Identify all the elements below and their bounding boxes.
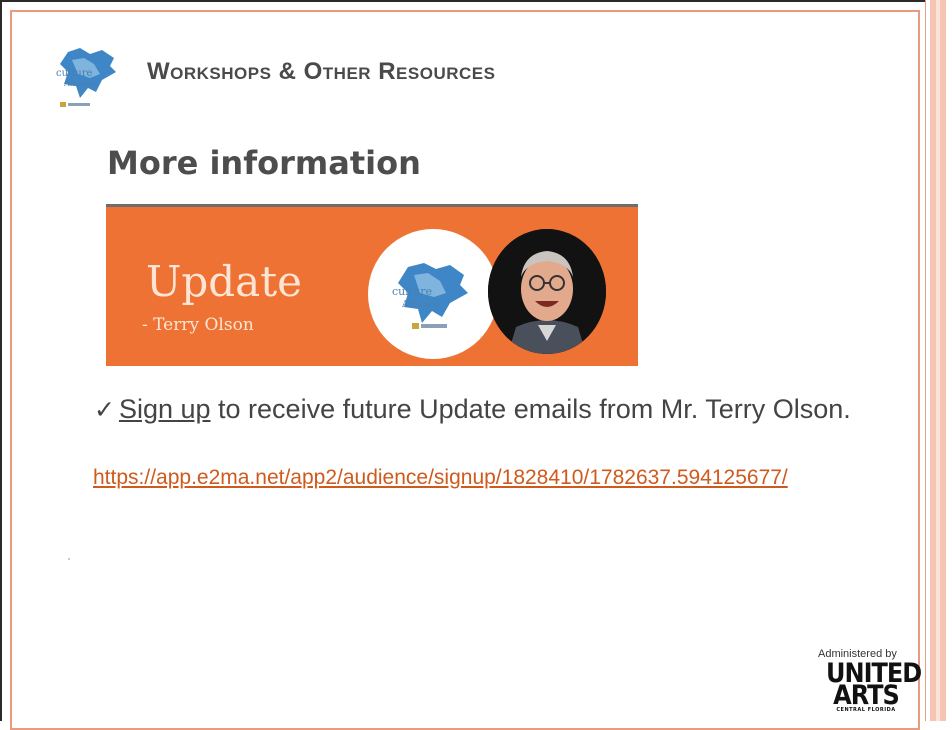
signup-url-link[interactable]: https://app.e2ma.net/app2/audience/signu… — [93, 464, 893, 492]
bullet-list: ✓ Sign up to receive future Update emails… — [94, 393, 914, 427]
bullet-text: to receive future Update emails from Mr.… — [210, 394, 851, 424]
svg-text:culture: culture — [56, 68, 92, 79]
banner-subtitle: - Terry Olson — [142, 315, 254, 335]
checkmark-icon: ✓ — [94, 396, 115, 424]
svg-text:culture: culture — [392, 285, 432, 298]
slide-border — [10, 10, 920, 730]
svg-text:Alliance: Alliance — [401, 300, 439, 310]
united-arts-logo: UNITED ARTS CENTRAL FLORIDA — [826, 660, 922, 714]
svg-text:Alliance: Alliance — [63, 79, 97, 88]
banner-logo-circle: culture Alliance — [368, 229, 498, 359]
update-banner: Update - Terry Olson culture Alliance — [106, 204, 638, 366]
terry-olson-photo — [488, 229, 606, 354]
united-arts-line2: ARTS — [833, 679, 900, 711]
decorative-dot — [68, 558, 70, 560]
banner-title: Update — [146, 257, 302, 306]
sign-up-link[interactable]: Sign up — [119, 394, 211, 424]
slide-title: Workshops & Other Resources — [147, 58, 496, 85]
florida-map-icon: culture Alliance — [392, 263, 468, 329]
arts-logo-icon: culture Alliance — [50, 40, 125, 118]
slide-subtitle: More information — [107, 144, 421, 182]
decorative-side-stripe — [925, 0, 952, 721]
list-item: ✓ Sign up to receive future Update emails… — [94, 393, 914, 427]
